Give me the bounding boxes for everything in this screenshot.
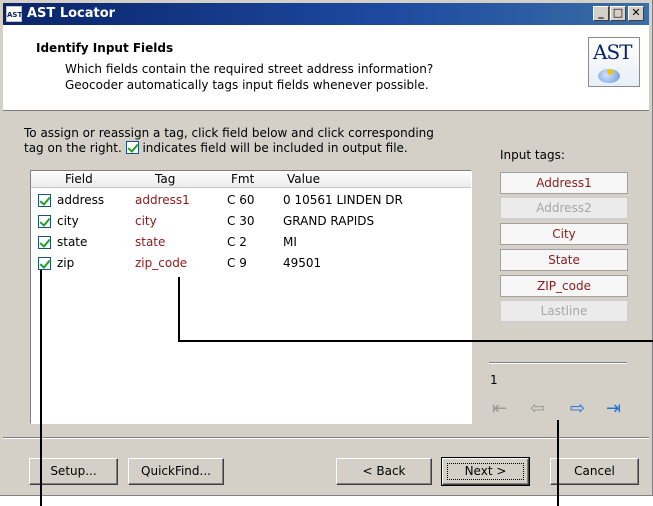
field-format: C 2	[227, 235, 247, 249]
ast-logo: AST	[588, 37, 640, 87]
record-number: 1	[490, 373, 498, 387]
close-button[interactable]: ✕	[628, 6, 644, 21]
instructions-line-2-start: tag on the right.	[24, 141, 122, 155]
grid-row-address[interactable]: address address1 C 60 0 10561 LINDEN DR	[31, 190, 471, 211]
field-name: zip	[57, 256, 75, 270]
field-value: MI	[283, 235, 297, 249]
quickfind-button[interactable]: QuickFind...	[128, 458, 224, 485]
include-checkbox[interactable]	[38, 194, 51, 207]
callout-line-checkbox	[40, 270, 42, 506]
description-line-2: Geocoder automatically tags input fields…	[65, 78, 429, 92]
tag-button-lastline[interactable]: Lastline	[500, 300, 628, 322]
field-tag: state	[135, 235, 166, 249]
record-separator	[489, 362, 627, 364]
grid-row-zip[interactable]: zip zip_code C 9 49501	[31, 253, 471, 274]
prev-record-icon[interactable]: ⇦	[530, 400, 545, 418]
field-value: 0 10561 LINDEN DR	[283, 193, 403, 207]
tag-button-state[interactable]: State	[500, 249, 628, 271]
field-tag: zip_code	[135, 256, 188, 270]
input-tags-label: Input tags:	[500, 148, 565, 162]
tag-button-address2[interactable]: Address2	[500, 197, 628, 219]
title-bar[interactable]: AST AST Locator _ □ ✕	[3, 3, 649, 25]
column-header-tag[interactable]: Tag	[155, 172, 175, 186]
back-button[interactable]: < Back	[336, 458, 432, 485]
logo-text: AST	[593, 40, 632, 64]
description-line-1: Which fields contain the required street…	[65, 62, 434, 76]
column-header-value[interactable]: Value	[287, 172, 320, 186]
callout-line-tag-horizontal	[178, 340, 653, 342]
last-record-icon[interactable]: ⇥	[606, 400, 621, 418]
maximize-button[interactable]: □	[610, 6, 626, 21]
footer-divider	[3, 437, 649, 439]
next-record-icon[interactable]: ⇨	[570, 400, 585, 418]
wizard-window: AST AST Locator _ □ ✕ Identify Input Fie…	[0, 0, 653, 496]
field-format: C 30	[227, 214, 255, 228]
fields-grid[interactable]: Field Tag Fmt Value address address1 C 6…	[30, 170, 472, 424]
instructions-line-2-end: indicates field will be included in outp…	[142, 141, 408, 155]
page-title: Identify Input Fields	[36, 41, 174, 55]
checkmark-icon	[125, 141, 139, 154]
tag-button-city[interactable]: City	[500, 223, 628, 245]
field-tag: city	[135, 214, 157, 228]
field-name: state	[57, 235, 88, 249]
focus-rectangle	[447, 463, 524, 480]
column-header-fmt[interactable]: Fmt	[231, 172, 254, 186]
setup-button[interactable]: Setup...	[29, 458, 118, 485]
field-name: city	[57, 214, 79, 228]
field-tag: address1	[135, 193, 190, 207]
field-value: GRAND RAPIDS	[283, 214, 375, 228]
column-header-field[interactable]: Field	[65, 172, 93, 186]
window-title: AST Locator	[27, 6, 116, 21]
tag-button-address1[interactable]: Address1	[500, 172, 628, 194]
minimize-button[interactable]: _	[593, 6, 609, 21]
field-value: 49501	[283, 256, 322, 270]
include-checkbox[interactable]	[38, 215, 51, 228]
instructions: To assign or reassign a tag, click field…	[24, 126, 434, 156]
grid-row-state[interactable]: state state C 2 MI	[31, 232, 471, 253]
location-pin-icon	[607, 69, 613, 75]
callout-line-tag	[178, 277, 180, 341]
page-description: Which fields contain the required street…	[65, 61, 433, 93]
field-format: C 60	[227, 193, 255, 207]
wizard-header: Identify Input Fields Which fields conta…	[3, 25, 649, 111]
instructions-line-1: To assign or reassign a tag, click field…	[24, 126, 434, 140]
first-record-icon[interactable]: ⇤	[492, 400, 507, 418]
include-checkbox[interactable]	[38, 236, 51, 249]
app-icon: AST	[6, 6, 22, 22]
grid-header: Field Tag Fmt Value	[31, 171, 471, 188]
instructions-line-2: tag on the right. indicates field will b…	[24, 141, 434, 156]
field-format: C 9	[227, 256, 247, 270]
next-button[interactable]: Next >	[441, 457, 530, 486]
callout-line-nav	[557, 420, 559, 506]
grid-row-city[interactable]: city city C 30 GRAND RAPIDS	[31, 211, 471, 232]
cancel-button[interactable]: Cancel	[550, 458, 639, 485]
tag-button-zip-code[interactable]: ZIP_code	[500, 275, 628, 297]
field-name: address	[57, 193, 105, 207]
include-checkbox[interactable]	[38, 257, 51, 270]
